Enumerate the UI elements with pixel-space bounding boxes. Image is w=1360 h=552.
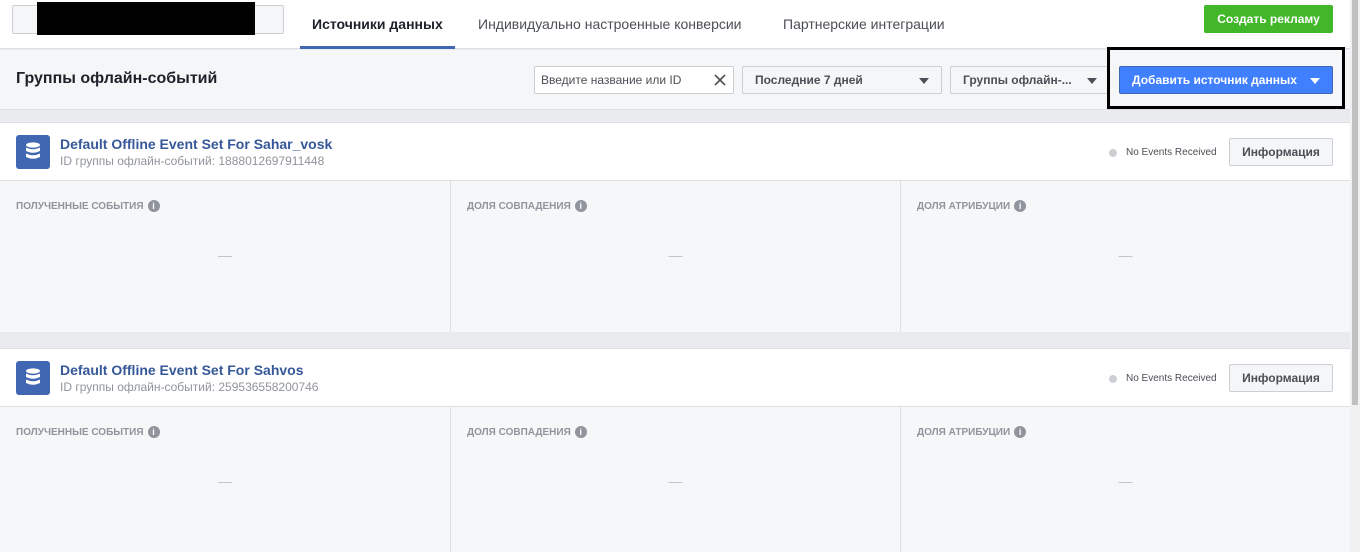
help-icon[interactable]: i [574, 200, 587, 212]
status-text: No Events Received [1126, 373, 1217, 384]
help-icon[interactable]: i [1014, 426, 1027, 438]
tab-data-sources[interactable]: Источники данных [300, 0, 455, 49]
chevron-down-icon [1087, 78, 1097, 84]
metric-value: — [668, 473, 683, 489]
metric-label: ДОЛЯ АТРИБУЦИИ [917, 200, 1011, 212]
metric-value: — [1118, 473, 1133, 489]
metric-label: ПОЛУЧЕННЫЕ СОБЫТИЯ [16, 426, 144, 438]
metric-value: — [1118, 247, 1133, 263]
group-filter-label: Группы офлайн-... [963, 73, 1072, 87]
toolbar: Группы офлайн-событий Последние 7 дней Г… [0, 47, 1350, 110]
chevron-down-icon [919, 78, 929, 84]
metric-match-rate: ДОЛЯ СОВПАДЕНИЯ i — [450, 407, 900, 552]
metric-label-wrap: ДОЛЯ АТРИБУЦИИ i [917, 426, 1027, 438]
date-range-select[interactable]: Последние 7 дней [742, 66, 942, 94]
help-icon[interactable]: i [1014, 200, 1027, 212]
vertical-scrollbar[interactable] [1350, 0, 1360, 552]
metric-received-events: ПОЛУЧЕННЫЕ СОБЫТИЯ i — [0, 407, 450, 552]
search-input[interactable] [535, 67, 705, 93]
metric-label-wrap: ПОЛУЧЕННЫЕ СОБЫТИЯ i [16, 426, 160, 438]
top-navigation: Источники данных Индивидуально настроенн… [0, 0, 1350, 49]
metric-label: ПОЛУЧЕННЫЕ СОБЫТИЯ [16, 200, 144, 212]
search-box [534, 66, 734, 94]
add-data-source-label: Добавить источник данных [1132, 73, 1297, 87]
event-set-id: ID группы офлайн-событий: 18880126979114… [60, 154, 325, 168]
metric-label: ДОЛЯ АТРИБУЦИИ [917, 426, 1011, 438]
info-button[interactable]: Информация [1229, 138, 1333, 166]
status-badge: No Events Received [1109, 147, 1217, 158]
event-set-header: Default Offline Event Set For Sahvos ID … [0, 349, 1350, 407]
tab-custom-conversions[interactable]: Индивидуально настроенные конверсии [466, 0, 754, 49]
metric-label-wrap: ПОЛУЧЕННЫЕ СОБЫТИЯ i [16, 200, 160, 212]
date-range-label: Последние 7 дней [755, 73, 863, 87]
add-data-source-button[interactable]: Добавить источник данных [1119, 66, 1333, 94]
event-set-name[interactable]: Default Offline Event Set For Sahar_vosk [60, 136, 332, 152]
event-set-id: ID группы офлайн-событий: 25953655820074… [60, 380, 319, 394]
metric-value: — [218, 247, 232, 263]
metric-value: — [218, 473, 232, 489]
close-icon[interactable] [713, 73, 727, 87]
metric-label: ДОЛЯ СОВПАДЕНИЯ [467, 426, 571, 438]
status-dot-icon [1109, 374, 1117, 383]
status-dot-icon [1109, 148, 1117, 157]
metric-match-rate: ДОЛЯ СОВПАДЕНИЯ i — [450, 181, 900, 332]
help-icon[interactable]: i [574, 426, 587, 438]
metric-received-events: ПОЛУЧЕННЫЕ СОБЫТИЯ i — [0, 181, 450, 332]
metric-attribution-rate: ДОЛЯ АТРИБУЦИИ i — [900, 407, 1350, 552]
metric-value: — [668, 247, 683, 263]
scrollbar-thumb[interactable] [1352, 0, 1358, 405]
event-set-header: Default Offline Event Set For Sahar_vosk… [0, 123, 1350, 181]
page-title: Группы офлайн-событий [16, 70, 218, 87]
metric-label: ДОЛЯ СОВПАДЕНИЯ [467, 200, 571, 212]
group-filter-select[interactable]: Группы офлайн-... [950, 66, 1110, 94]
help-icon[interactable]: i [147, 200, 160, 212]
status-badge: No Events Received [1109, 373, 1217, 384]
database-icon [16, 135, 50, 169]
metric-label-wrap: ДОЛЯ СОВПАДЕНИЯ i [467, 200, 587, 212]
database-icon [16, 361, 50, 395]
chevron-down-icon [1310, 78, 1320, 84]
info-button[interactable]: Информация [1229, 364, 1333, 392]
event-set-card: Default Offline Event Set For Sahvos ID … [0, 348, 1350, 552]
status-text: No Events Received [1126, 147, 1217, 158]
metric-attribution-rate: ДОЛЯ АТРИБУЦИИ i — [900, 181, 1350, 332]
event-set-card: Default Offline Event Set For Sahar_vosk… [0, 122, 1350, 332]
help-icon[interactable]: i [147, 426, 160, 438]
metric-label-wrap: ДОЛЯ АТРИБУЦИИ i [917, 200, 1027, 212]
create-ad-button[interactable]: Создать рекламу [1204, 5, 1333, 33]
metric-label-wrap: ДОЛЯ СОВПАДЕНИЯ i [467, 426, 587, 438]
redacted-account-name [37, 2, 255, 35]
tab-partner-integrations[interactable]: Партнерские интеграции [771, 0, 957, 49]
event-set-name[interactable]: Default Offline Event Set For Sahvos [60, 362, 304, 378]
